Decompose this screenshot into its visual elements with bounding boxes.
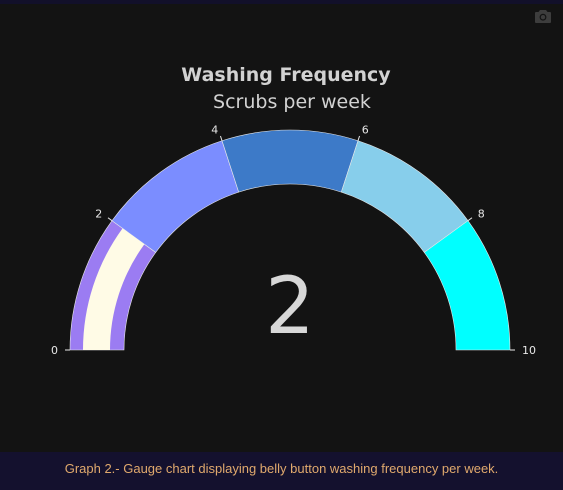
chart-frame: 0 2 4 6 8 10 Washing Frequency Scrubs per wee…: [0, 0, 563, 490]
gauge-tick-mark: [219, 135, 223, 141]
chart-subtitle: Scrubs per week: [213, 91, 371, 113]
camera-icon[interactable]: [535, 9, 551, 23]
gauge-tick-label: 2: [95, 208, 102, 221]
gauge-tick-label: 10: [522, 344, 536, 357]
gauge-tick-mark: [357, 135, 361, 141]
chart-title: Washing Frequency: [181, 64, 391, 86]
plot-area: 0 2 4 6 8 10 Washing Frequency Scrubs per wee…: [0, 4, 563, 452]
gauge-tick-label: 6: [362, 123, 369, 136]
figure-caption: Graph 2.- Gauge chart displaying belly b…: [0, 452, 563, 490]
gauge-tick-mark: [467, 217, 473, 222]
gauge-value: 2: [265, 262, 315, 352]
gauge-tick-label: 0: [51, 344, 58, 357]
gauge-chart: 0 2 4 6 8 10 Washing Frequency Scrubs per wee…: [51, 64, 536, 357]
gauge-step-3: [221, 129, 359, 193]
gauge-tick-mark: [107, 217, 113, 222]
gauge-tick-label: 8: [478, 208, 485, 221]
gauge-tick-label: 4: [211, 123, 218, 136]
